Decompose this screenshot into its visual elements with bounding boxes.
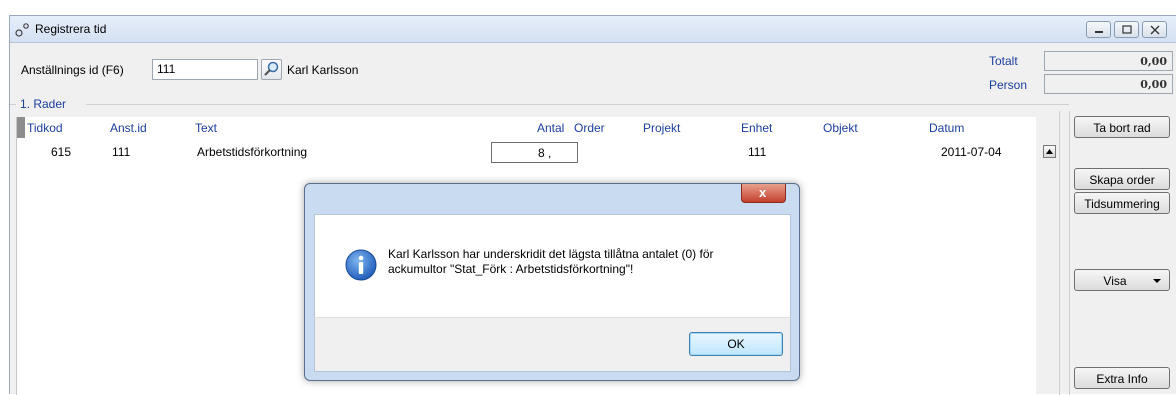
dialog-body: Karl Karlsson har underskridit det lägst…: [314, 214, 791, 317]
close-window-button[interactable]: [1142, 21, 1167, 38]
employee-id-label: Anställnings id (F6): [21, 63, 124, 77]
column-header-anst-id[interactable]: Anst.id: [110, 121, 147, 135]
group-divider: [10, 104, 16, 105]
dialog-message: Karl Karlsson har underskridit det lägst…: [388, 247, 778, 277]
sidebar-divider: [1069, 111, 1070, 395]
column-header-order[interactable]: Order: [574, 121, 605, 135]
group-divider-line: [86, 104, 1069, 105]
column-header-antal[interactable]: Antal: [537, 121, 564, 135]
window-title: Registrera tid: [35, 22, 107, 36]
triangle-up-icon: [1046, 149, 1053, 154]
employee-name: Karl Karlsson: [287, 63, 359, 77]
message-dialog: x Karl Karlsson har underskridit det läg…: [304, 183, 800, 381]
skapa-order-button[interactable]: Skapa order: [1074, 168, 1170, 190]
group-title-rader: 1. Rader: [20, 97, 67, 111]
scroll-up-button[interactable]: [1043, 145, 1056, 158]
extra-info-button[interactable]: Extra Info: [1074, 367, 1170, 389]
minimize-button[interactable]: [1086, 21, 1111, 38]
info-icon: [345, 249, 377, 281]
column-header-projekt[interactable]: Projekt: [643, 121, 680, 135]
dialog-message-line2: ackumultor "Stat_Förk : Arbetstidsförkor…: [388, 262, 634, 276]
column-header-text[interactable]: Text: [195, 121, 217, 135]
ta-bort-rad-button[interactable]: Ta bort rad: [1074, 116, 1170, 138]
totalt-value: 0,00: [1044, 51, 1173, 71]
employee-search-button[interactable]: [261, 59, 282, 80]
close-icon: [1150, 25, 1160, 35]
column-header-objekt[interactable]: Objekt: [823, 121, 858, 135]
visa-dropdown[interactable]: Visa: [1074, 269, 1170, 291]
employee-id-input[interactable]: 111: [152, 59, 258, 80]
minimize-icon: [1095, 31, 1103, 33]
visa-label: Visa: [1103, 274, 1127, 288]
cell-text[interactable]: Arbetstidsförkortning: [197, 145, 307, 159]
column-header-datum[interactable]: Datum: [929, 121, 964, 135]
totalt-label: Totalt: [989, 54, 1018, 68]
dialog-message-line1: Karl Karlsson har underskridit det lägst…: [388, 247, 714, 261]
person-value: 0,00: [1044, 74, 1173, 94]
cell-anst-id[interactable]: 111: [112, 145, 130, 159]
cell-tidkod[interactable]: 615: [51, 145, 71, 159]
person-label: Person: [989, 78, 1028, 92]
grid-row-handle[interactable]: [17, 117, 25, 138]
ok-button[interactable]: OK: [689, 332, 783, 356]
maximize-icon: [1122, 25, 1132, 34]
title-bar: Registrera tid: [10, 16, 1176, 43]
tidsummering-button[interactable]: Tidsummering: [1074, 192, 1170, 214]
grid-right-border: [1059, 111, 1060, 395]
cell-enhet[interactable]: 111: [748, 145, 766, 159]
column-header-tidkod[interactable]: Tidkod: [27, 121, 63, 135]
magnifier-icon: [264, 61, 279, 76]
dialog-close-button[interactable]: x: [741, 184, 786, 203]
chevron-down-icon: [1153, 279, 1161, 283]
gear-icon: [15, 23, 29, 37]
cell-datum[interactable]: 2011-07-04: [941, 145, 1002, 159]
close-icon: x: [759, 185, 767, 200]
cell-antal-editor[interactable]: 8 ,: [491, 142, 578, 163]
column-header-enhet[interactable]: Enhet: [741, 121, 772, 135]
grid-header: Tidkod Anst.id Text Antal Order Projekt …: [17, 117, 1036, 138]
maximize-button[interactable]: [1114, 21, 1139, 38]
dialog-footer: OK: [314, 317, 791, 372]
